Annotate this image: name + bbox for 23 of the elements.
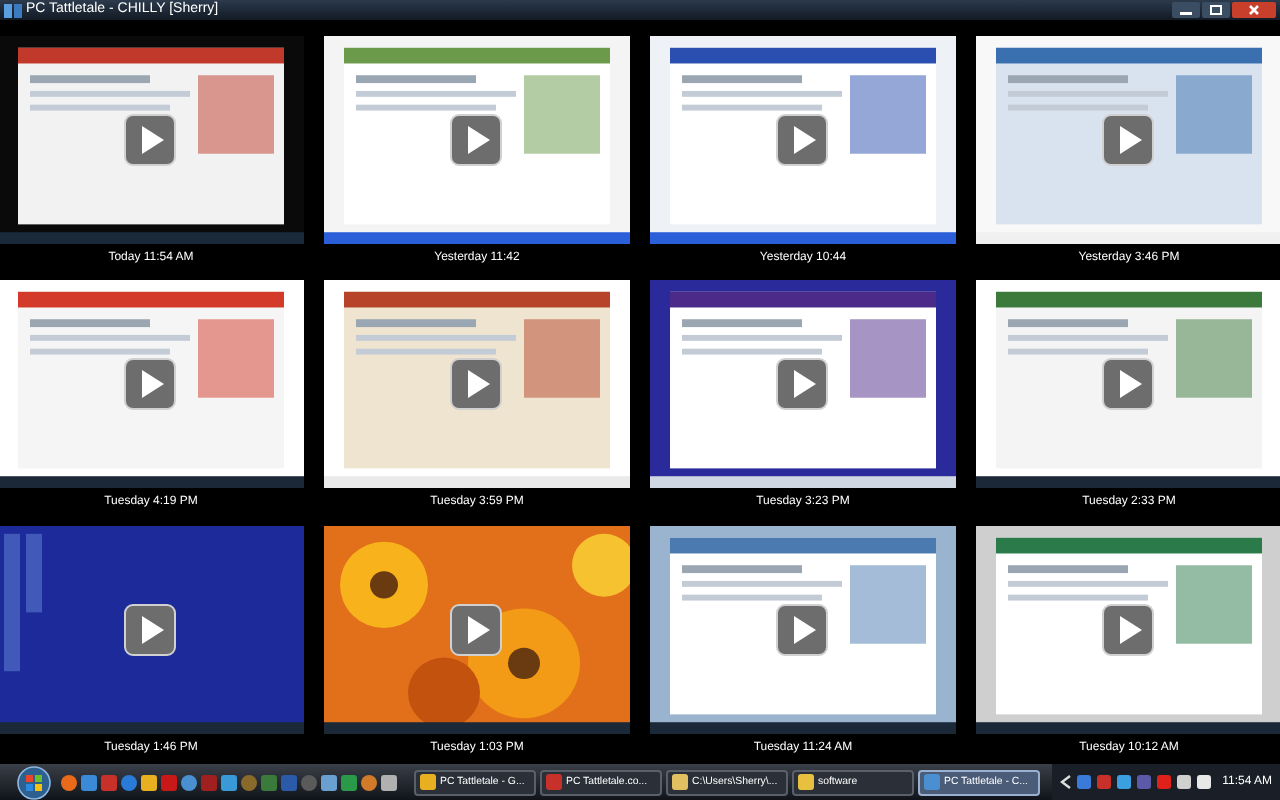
play-button[interactable] — [450, 358, 502, 411]
play-button[interactable] — [124, 603, 176, 656]
play-button[interactable] — [1102, 603, 1154, 656]
play-button[interactable] — [124, 358, 176, 411]
play-button[interactable] — [776, 358, 828, 411]
app-icon — [798, 774, 814, 790]
maximize-button[interactable] — [1202, 2, 1230, 18]
play-button[interactable] — [124, 114, 176, 166]
start-button[interactable] — [16, 765, 52, 799]
expand-tray-icon[interactable] — [1060, 774, 1073, 790]
play-button[interactable] — [776, 603, 828, 656]
app-icon — [924, 774, 940, 790]
close-button[interactable] — [1232, 2, 1276, 18]
app-logo-icon — [4, 1, 22, 19]
play-button[interactable] — [450, 114, 502, 166]
app-icon — [546, 774, 562, 790]
play-button[interactable] — [450, 603, 502, 656]
play-button[interactable] — [776, 114, 828, 166]
minimize-button[interactable] — [1172, 2, 1200, 18]
play-button[interactable] — [1102, 358, 1154, 411]
play-button[interactable] — [1102, 114, 1154, 166]
app-icon — [420, 774, 436, 790]
app-icon — [672, 774, 688, 790]
